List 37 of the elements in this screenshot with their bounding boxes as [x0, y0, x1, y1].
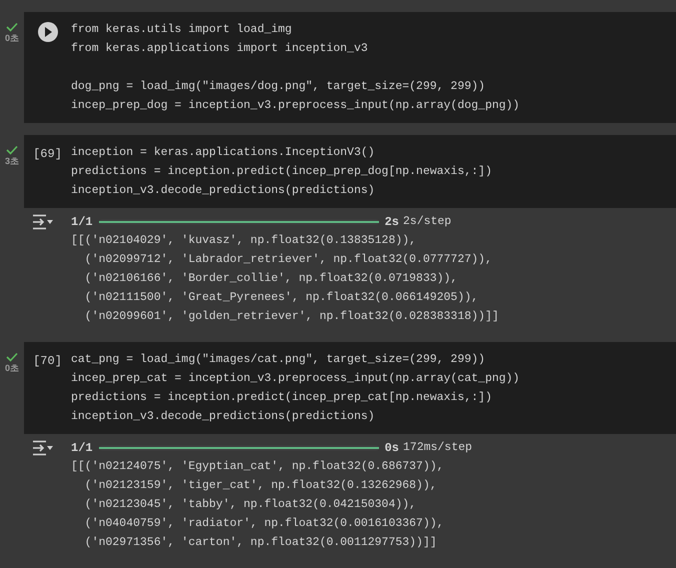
play-icon	[44, 27, 52, 37]
code-line: from keras.utils import load_img	[71, 22, 293, 38]
progress-step: 1/1	[71, 438, 93, 456]
code-line: predictions = inception.predict(incep_prep_dog[np.newaxis,:])	[71, 164, 492, 180]
run-time: 0초	[4, 362, 19, 374]
output-line: ('n02971356', 'carton', np.float32(0.0011297753))]]	[84, 535, 438, 551]
run-time: 0초	[4, 32, 19, 44]
code-line: inception = keras.applications.InceptionV3()	[71, 145, 376, 161]
code-line: inception_v3.decode_predictions(predictions)	[71, 409, 376, 425]
progress-step: 1/1	[71, 212, 93, 230]
step-rate: 172ms/step	[403, 440, 472, 456]
run-button[interactable]	[38, 22, 58, 42]
output-line: [[('n02124075', 'Egyptian_cat', np.float32(0.686737)),	[71, 459, 445, 475]
output-line: ('n04040759', 'radiator', np.float32(0.0016103367)),	[84, 516, 445, 532]
code-line: incep_prep_dog = inception_v3.preprocess_input(np.array(dog_png))	[71, 98, 520, 114]
code-cell[interactable]: [69] inception = keras.applications.InceptionV3() predictions = inception.predict(incep_prep_dog[np.newaxis,:]) inception_v3.decode_predictions(predictions)	[24, 135, 676, 208]
code-line: predictions = inception.predict(incep_prep_cat[np.newaxis,:])	[71, 390, 493, 406]
code-line: cat_png = load_img("images/cat.png", target_size=(299, 299))	[71, 352, 486, 368]
output-toggle-icon[interactable]	[32, 214, 54, 230]
code-line: inception_v3.decode_predictions(predictions)	[71, 183, 376, 199]
output-line: ('n02111500', 'Great_Pyrenees', np.float32(0.066149205)),	[84, 290, 480, 306]
output-line: ('n02106166', 'Border_collie', np.float32(0.0719833)),	[84, 271, 458, 287]
output-line: ('n02123159', 'tiger_cat', np.float32(0.13262968)),	[84, 478, 438, 494]
output-toggle-icon[interactable]	[32, 440, 54, 456]
step-rate: 2s/step	[403, 214, 452, 230]
code-line: from keras.applications import inception_v3	[71, 41, 369, 57]
run-time: 3초	[4, 155, 19, 167]
code-line: dog_png = load_img("images/dog.png", target_size=(299, 299))	[71, 79, 486, 95]
output-line: ('n02099601', 'golden_retriever', np.float32(0.028383318))]]	[84, 309, 499, 325]
output-line: ('n02123045', 'tabby', np.float32(0.042150304)),	[84, 497, 418, 513]
elapsed-time: 0s	[384, 440, 400, 456]
elapsed-time: 2s	[384, 214, 400, 230]
output-line: ('n02099712', 'Labrador_retriever', np.float32(0.0777727)),	[84, 252, 493, 268]
execution-count: [70]	[33, 353, 62, 370]
execution-count: [69]	[33, 146, 62, 163]
code-line: incep_prep_cat = inception_v3.preprocess_input(np.array(cat_png))	[71, 371, 520, 387]
output-line: [[('n02104029', 'kuvasz', np.float32(0.13835128)),	[71, 233, 418, 249]
